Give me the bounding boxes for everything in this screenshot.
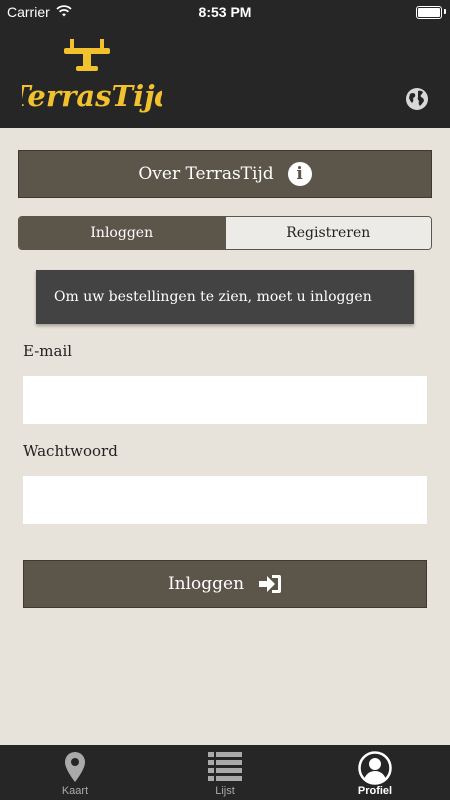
login-notice: Om uw bestellingen te zien, moet u inlog… — [36, 270, 414, 324]
email-field[interactable] — [23, 376, 427, 424]
globe-icon[interactable] — [405, 87, 429, 111]
password-label: Wachtwoord — [23, 442, 118, 460]
tab-kaart[interactable]: Kaart — [25, 745, 125, 800]
terrastijd-logo: TerrasTijd — [22, 39, 162, 113]
battery-icon — [416, 6, 442, 19]
tab-inloggen-label: Inloggen — [90, 225, 154, 241]
battery-nub — [444, 9, 446, 14]
app-header: TerrasTijd — [0, 24, 450, 128]
tab-kaart-label: Kaart — [61, 785, 89, 797]
list-icon — [208, 752, 242, 781]
sign-in-icon — [259, 575, 282, 593]
tab-profiel[interactable]: Profiel — [325, 745, 425, 800]
info-icon: i — [287, 162, 312, 186]
login-button-label: Inloggen — [167, 574, 245, 594]
logo-text: TerrasTijd — [22, 79, 162, 113]
tab-inloggen[interactable]: Inloggen — [19, 217, 225, 249]
user-icon — [358, 751, 392, 785]
about-button[interactable]: Over TerrasTijd i — [18, 150, 432, 198]
about-label: Over TerrasTijd — [138, 164, 274, 184]
auth-tabs: Inloggen Registreren — [18, 216, 432, 250]
clock: 8:53 PM — [198, 4, 252, 20]
tab-lijst-label: Lijst — [215, 785, 235, 797]
tab-profiel-label: Profiel — [357, 785, 393, 797]
password-field[interactable] — [23, 476, 427, 524]
email-label: E-mail — [23, 342, 73, 360]
status-bar: Carrier 8:53 PM — [0, 0, 450, 24]
login-button[interactable]: Inloggen — [23, 560, 427, 608]
tab-registreren-label: Registreren — [286, 225, 371, 241]
bottom-tab-bar: Kaart Lijst Profiel — [0, 745, 450, 800]
map-pin-icon — [65, 752, 85, 782]
tab-lijst[interactable]: Lijst — [175, 745, 275, 800]
tab-registreren[interactable]: Registreren — [224, 217, 431, 249]
notice-text: Om uw bestellingen te zien, moet u inlog… — [54, 289, 372, 305]
